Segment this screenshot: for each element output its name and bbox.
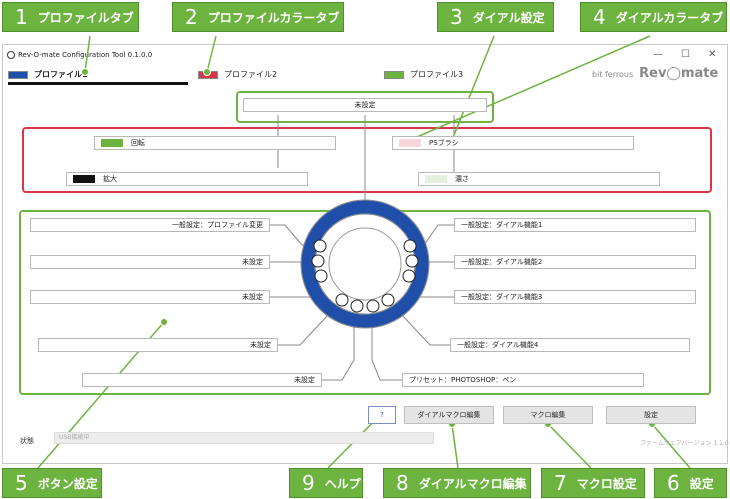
- callout-dial-settings: 3 ダイアル設定: [437, 2, 554, 32]
- button-label: 一般設定：ダイアル機能2: [461, 258, 543, 266]
- button-assign-left-4[interactable]: 未設定: [38, 338, 278, 352]
- callout-label: ダイアルカラータブ: [615, 10, 724, 25]
- callout-number: 7: [554, 471, 567, 495]
- status-field: USB接続中: [54, 432, 434, 444]
- button-assign-right-2[interactable]: 一般設定：ダイアル機能2: [454, 255, 696, 269]
- button-label: 設定: [644, 411, 658, 419]
- callout-number: 8: [396, 471, 409, 495]
- minimize-button[interactable]: —: [653, 49, 663, 60]
- button-label: 一般設定：ダイアル機能1: [461, 221, 543, 229]
- callout-label: ダイアル設定: [472, 10, 545, 25]
- callout-profile-color-tab: 2 プロファイルカラータブ: [172, 2, 344, 32]
- active-tab-underline: [8, 82, 188, 85]
- profile-1-color-swatch[interactable]: [8, 70, 28, 79]
- profile-2-color-swatch[interactable]: [198, 70, 218, 79]
- firmware-version: ファームウェアバージョン 1.1.0: [640, 440, 729, 447]
- window-title: Rev-O-mate Configuration Tool 0.1.0.0: [18, 51, 153, 59]
- product-logo: Rev◯mate: [639, 66, 719, 81]
- profile-3-color-swatch[interactable]: [384, 70, 404, 79]
- button-label: マクロ編集: [530, 411, 566, 419]
- status-label: 状態: [20, 437, 34, 445]
- brand-name: bit ferrous: [592, 70, 634, 79]
- dial-macro-edit-button[interactable]: ダイアルマクロ編集: [404, 406, 494, 424]
- callout-label: プロファイルタブ: [37, 10, 134, 25]
- title-bar: Rev-O-mate Configuration Tool 0.1.0.0: [3, 45, 727, 65]
- callout-settings: 6 設定: [654, 468, 727, 498]
- button-assign-right-3[interactable]: 一般設定：ダイアル機能3: [454, 290, 696, 304]
- rotate-color-tab[interactable]: [101, 139, 123, 147]
- button-label: 未設定: [242, 293, 263, 301]
- app-icon: [7, 51, 15, 59]
- callout-help: 9 ヘルプ: [289, 468, 363, 498]
- callout-label: ボタン設定: [37, 476, 98, 491]
- button-label: 一般設定：ダイアル機能4: [457, 341, 539, 349]
- help-button[interactable]: ?: [368, 406, 396, 424]
- button-label: ダイアルマクロ編集: [417, 411, 481, 419]
- button-label: 未設定: [250, 341, 271, 349]
- callout-number: 9: [302, 471, 315, 495]
- tab-label: プロファイル2: [224, 70, 278, 79]
- tab-label: プロファイル3: [410, 70, 464, 79]
- button-label: PSブラシ: [429, 139, 459, 147]
- button-assign-left-2[interactable]: 未設定: [30, 255, 270, 269]
- callout-number: 6: [667, 471, 680, 495]
- button-label: 一般設定：プロファイル変更: [172, 221, 263, 229]
- button-label: プリセット：PHOTOSHOP：ペン: [409, 376, 517, 384]
- button-assign-left-1[interactable]: 一般設定：プロファイル変更: [30, 218, 270, 232]
- button-assign-right-5[interactable]: プリセット：PHOTOSHOP：ペン: [402, 373, 644, 387]
- button-label: 未設定: [294, 376, 315, 384]
- callout-dial-macro-edit: 8 ダイアルマクロ編集: [383, 468, 531, 498]
- button-label: 濃さ: [455, 175, 469, 183]
- callout-number: 3: [450, 5, 463, 29]
- opacity-color-tab[interactable]: [425, 175, 447, 183]
- callout-label: マクロ設定: [576, 476, 637, 491]
- callout-macro-settings: 7 マクロ設定: [541, 468, 645, 498]
- dial-zoom-button[interactable]: 拡大: [66, 172, 308, 186]
- button-label: 拡大: [103, 175, 117, 183]
- brush-color-tab[interactable]: [399, 139, 421, 147]
- callout-label: ダイアルマクロ編集: [418, 476, 527, 491]
- callout-number: 4: [593, 5, 606, 29]
- callout-profile-tab: 1 プロファイルタブ: [2, 2, 139, 32]
- button-label: 未設定: [242, 258, 263, 266]
- callout-label: 設定: [689, 476, 714, 491]
- button-label: 一般設定：ダイアル機能3: [461, 293, 543, 301]
- tab-profile-1[interactable]: プロファイル1: [8, 69, 88, 80]
- callout-label: ヘルプ: [324, 476, 361, 491]
- top-button[interactable]: 未設定: [243, 98, 487, 112]
- zoom-color-tab[interactable]: [73, 175, 95, 183]
- help-label: ?: [380, 411, 384, 419]
- button-label: 回転: [131, 139, 145, 147]
- tab-profile-3[interactable]: プロファイル3: [384, 69, 463, 80]
- dial-opacity-button[interactable]: 濃さ: [418, 172, 660, 186]
- button-assign-left-3[interactable]: 未設定: [30, 290, 270, 304]
- settings-button[interactable]: 設定: [606, 406, 696, 424]
- button-label: 未設定: [354, 101, 376, 109]
- tab-profile-2[interactable]: プロファイル2: [198, 69, 277, 80]
- callout-number: 2: [185, 5, 198, 29]
- macro-edit-button[interactable]: マクロ編集: [503, 406, 593, 424]
- callout-label: プロファイルカラータブ: [207, 10, 340, 25]
- maximize-button[interactable]: ☐: [681, 49, 690, 60]
- brand-logo: bit ferrous Rev◯mate: [592, 66, 718, 81]
- callout-button-settings: 5 ボタン設定: [2, 468, 102, 498]
- dial-rotate-button[interactable]: 回転: [94, 136, 336, 150]
- button-assign-right-1[interactable]: 一般設定：ダイアル機能1: [454, 218, 696, 232]
- callout-number: 5: [15, 471, 28, 495]
- callout-dial-color-tab: 4 ダイアルカラータブ: [580, 2, 727, 32]
- close-button[interactable]: ✕: [708, 49, 716, 60]
- dial-brush-button[interactable]: PSブラシ: [392, 136, 634, 150]
- tab-label: プロファイル1: [34, 70, 88, 79]
- callout-number: 1: [15, 5, 28, 29]
- button-assign-left-5[interactable]: 未設定: [82, 373, 322, 387]
- button-assign-right-4[interactable]: 一般設定：ダイアル機能4: [450, 338, 690, 352]
